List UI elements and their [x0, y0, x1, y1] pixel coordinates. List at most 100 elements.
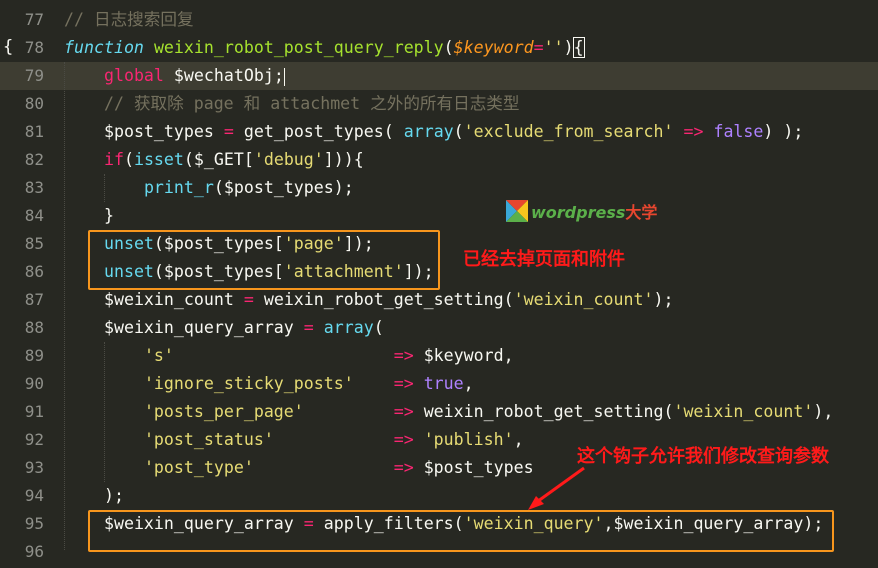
line-number: 80: [24, 94, 44, 113]
code-token-plain: weixin_robot_get_setting(: [413, 402, 674, 421]
code-text[interactable]: // 获取除 page 和 attachmet 之外的所有日志类型: [64, 90, 520, 118]
code-text[interactable]: $post_types = get_post_types( array('exc…: [64, 118, 803, 146]
code-token-const: true: [423, 374, 464, 393]
code-token-indent: [64, 66, 104, 85]
code-token-plain: ),: [813, 402, 834, 421]
code-token-var: $post_types: [103, 122, 214, 141]
code-text[interactable]: $weixin_count = weixin_robot_get_setting…: [64, 286, 673, 314]
code-token-builtin: print_r: [143, 178, 214, 197]
code-token-kw: if: [103, 150, 124, 169]
code-token-brace: {: [572, 37, 585, 58]
line-number: 83: [24, 178, 44, 197]
filter-annotation: 这个钩子允许我们修改查询参数: [577, 446, 829, 467]
unset-highlight-box: [88, 230, 440, 290]
code-line[interactable]: 78 function weixin_robot_post_query_reply…: [0, 34, 878, 62]
code-token-kw: =: [243, 290, 254, 309]
text-cursor: [283, 67, 285, 86]
code-text[interactable]: 'post_status' => 'publish',: [64, 426, 524, 454]
code-line[interactable]: 91 'posts_per_page' => weixin_robot_get_…: [0, 398, 878, 426]
code-token-kw: =>: [393, 402, 414, 421]
code-token-plain: $post_types: [413, 458, 534, 477]
code-token-plain: }: [103, 206, 114, 225]
line-number: 95: [24, 514, 44, 533]
code-text[interactable]: 'posts_per_page' => weixin_robot_get_set…: [64, 398, 833, 426]
code-token-plain: get_post_types(: [233, 122, 404, 141]
code-token-plain: ) );: [763, 122, 804, 141]
fold-marker-icon[interactable]: {: [3, 37, 13, 57]
code-text[interactable]: if(isset($_GET['debug'])){: [64, 146, 364, 174]
code-line[interactable]: 94 );: [0, 482, 878, 510]
line-number: 86: [24, 262, 44, 281]
code-text[interactable]: // 日志搜索回复: [64, 6, 194, 34]
code-token-plain: );: [653, 290, 674, 309]
code-line[interactable]: 82 if(isset($_GET['debug'])){: [0, 146, 878, 174]
code-token-builtin: isset: [133, 150, 184, 169]
code-token-kw: =>: [393, 346, 414, 365]
code-line[interactable]: 88 $weixin_query_array = array(: [0, 314, 878, 342]
indent-guide: [104, 342, 105, 482]
code-line[interactable]: 84 }: [0, 202, 878, 230]
code-token-str: 'weixin_count': [673, 402, 814, 421]
code-line[interactable]: 77 // 日志搜索回复: [0, 6, 878, 34]
code-text[interactable]: global $wechatObj;: [64, 62, 285, 90]
annotation-arrow-icon: [528, 466, 585, 510]
code-token-kw: =: [303, 318, 314, 337]
code-token-str: 'posts_per_page': [143, 402, 304, 421]
code-line[interactable]: 90 'ignore_sticky_posts' => true,: [0, 370, 878, 398]
code-token-builtin: array: [323, 318, 374, 337]
code-token-str: 's': [143, 346, 174, 365]
code-token-str: 'exclude_from_search': [463, 122, 674, 141]
line-number: 90: [24, 374, 44, 393]
code-line[interactable]: 83 print_r($post_types);: [0, 174, 878, 202]
code-token-kw: =>: [393, 458, 414, 477]
line-number: 91: [24, 402, 44, 421]
line-number: 84: [24, 206, 44, 225]
code-line[interactable]: 87 $weixin_count = weixin_robot_get_sett…: [0, 286, 878, 314]
code-token-func: weixin_robot_post_query_reply: [153, 38, 444, 57]
code-text[interactable]: );: [64, 482, 124, 510]
code-token-plain: ($_GET[: [183, 150, 254, 169]
code-token-str: '': [543, 38, 564, 57]
line-number: 92: [24, 430, 44, 449]
code-token-plain: ,: [513, 430, 524, 449]
code-line[interactable]: 79 global $wechatObj;: [0, 62, 878, 90]
code-editor[interactable]: 77 // 日志搜索回复 78 function weixin_robot_post_…: [0, 0, 878, 568]
code-token-const: false: [713, 122, 764, 141]
code-text[interactable]: }: [64, 202, 114, 230]
code-text[interactable]: 's' => $keyword,: [64, 342, 514, 370]
line-number: 88: [24, 318, 44, 337]
unset-annotation: 已经去掉页面和附件: [463, 249, 625, 270]
code-line[interactable]: 81 $post_types = get_post_types( array('…: [0, 118, 878, 146]
code-line[interactable]: 89 's' => $keyword,: [0, 342, 878, 370]
code-token-plain: );: [103, 486, 124, 505]
code-token-plain: (: [373, 318, 384, 337]
code-text[interactable]: $weixin_query_array = array(: [64, 314, 384, 342]
line-number: 94: [24, 486, 44, 505]
code-token-param: $keyword: [453, 38, 534, 57]
code-text[interactable]: function weixin_robot_post_query_reply($…: [64, 34, 585, 62]
code-token-comment: // 日志搜索回复: [64, 10, 194, 29]
code-token-indent: [64, 318, 104, 337]
code-text[interactable]: print_r($post_types);: [64, 174, 354, 202]
code-token-plain: ): [563, 38, 574, 57]
code-token-kw: =: [533, 38, 544, 57]
code-token-plain: ,: [463, 374, 474, 393]
code-token-indent: [64, 206, 104, 225]
code-text[interactable]: 'ignore_sticky_posts' => true,: [64, 370, 474, 398]
code-text[interactable]: 'post_type' => $post_types: [64, 454, 534, 482]
code-line[interactable]: 80 // 获取除 page 和 attachmet 之外的所有日志类型: [0, 90, 878, 118]
code-token-plain: ($post_types);: [213, 178, 354, 197]
watermark-text: wordpress大学: [531, 203, 658, 222]
code-token-str: 'debug': [253, 150, 324, 169]
line-number: 89: [24, 346, 44, 365]
code-token-plain: ;: [273, 66, 284, 85]
code-token-kw: =>: [683, 122, 704, 141]
